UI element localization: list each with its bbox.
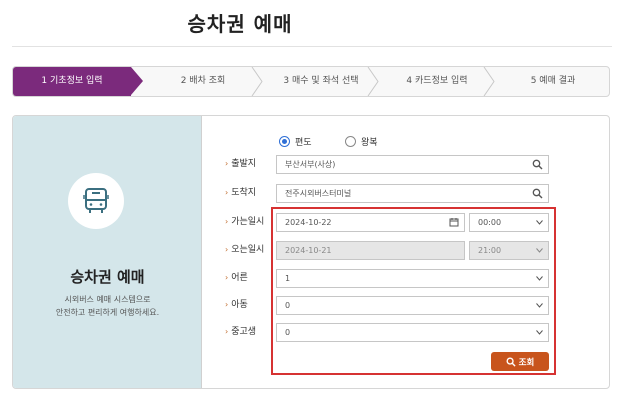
go-date-label: › 가는일시 bbox=[225, 214, 264, 230]
radio-round-trip-label: 왕복 bbox=[361, 137, 378, 148]
step-1: 1 기초정보 입력 bbox=[13, 67, 131, 96]
label-chevron-icon: › bbox=[225, 273, 229, 282]
chevron-down-icon bbox=[536, 276, 543, 281]
chevron-down-icon bbox=[536, 303, 543, 308]
go-date-value: 2024-10-22 bbox=[285, 218, 332, 227]
return-date-label-text: 오는일시 bbox=[231, 245, 265, 255]
left-panel-desc-line2: 안전하고 편리하게 여행하세요. bbox=[55, 308, 160, 317]
go-time-value: 00:00 bbox=[478, 218, 502, 227]
label-chevron-icon: › bbox=[225, 217, 229, 226]
arrival-label-text: 도착지 bbox=[231, 188, 257, 198]
step-separator-icon bbox=[483, 67, 495, 96]
child-label-text: 아동 bbox=[231, 300, 248, 310]
search-icon bbox=[506, 356, 516, 367]
step-separator-icon bbox=[251, 67, 263, 96]
arrival-value: 전주시외버스터미널 bbox=[285, 189, 352, 198]
child-select[interactable]: 0 bbox=[276, 296, 549, 315]
step-indicator: 1 기초정보 입력 2 배차 조회 3 매수 및 좌석 선택 4 카드정보 입력… bbox=[12, 66, 610, 97]
child-label: › 아동 bbox=[225, 297, 248, 313]
search-button-label: 조회 bbox=[518, 357, 535, 368]
go-date-label-text: 가는일시 bbox=[231, 217, 265, 227]
left-info-panel: 승차권 예매 시외버스 예매 시스템으로 안전하고 편리하게 여행하세요. bbox=[13, 116, 202, 388]
adult-label: › 어른 bbox=[225, 270, 248, 286]
go-date-input[interactable]: 2024-10-22 bbox=[276, 213, 465, 232]
child-value: 0 bbox=[285, 301, 291, 310]
return-time-value: 21:00 bbox=[478, 246, 502, 255]
bus-icon bbox=[83, 188, 109, 213]
youth-label: › 중고생 bbox=[225, 324, 256, 340]
return-time-select: 21:00 bbox=[469, 241, 549, 260]
youth-select[interactable]: 0 bbox=[276, 323, 549, 342]
return-date-value: 2024-10-21 bbox=[285, 246, 332, 255]
radio-one-way[interactable]: 편도 bbox=[279, 134, 312, 148]
left-panel-desc-line1: 시외버스 예매 시스템으로 bbox=[64, 295, 151, 304]
chevron-down-icon bbox=[536, 248, 543, 253]
departure-value: 부산서부(사상) bbox=[285, 160, 336, 169]
departure-input[interactable]: 부산서부(사상) bbox=[276, 155, 549, 174]
label-chevron-icon: › bbox=[225, 188, 229, 197]
arrival-label: › 도착지 bbox=[225, 185, 256, 201]
label-chevron-icon: › bbox=[225, 245, 229, 254]
label-chevron-icon: › bbox=[225, 159, 229, 168]
step-separator-icon bbox=[367, 67, 379, 96]
return-date-input: 2024-10-21 bbox=[276, 241, 465, 260]
adult-label-text: 어른 bbox=[231, 273, 248, 283]
adult-select[interactable]: 1 bbox=[276, 269, 549, 288]
radio-round-trip-indicator[interactable] bbox=[345, 135, 356, 147]
bus-icon-circle bbox=[68, 173, 124, 229]
highlight-box bbox=[271, 207, 556, 375]
go-time-select[interactable]: 00:00 bbox=[469, 213, 549, 232]
departure-label-text: 출발지 bbox=[231, 159, 257, 169]
chevron-down-icon bbox=[536, 330, 543, 335]
chevron-down-icon bbox=[536, 220, 543, 225]
departure-label: › 출발지 bbox=[225, 156, 256, 172]
calendar-icon[interactable] bbox=[449, 217, 459, 227]
arrival-input[interactable]: 전주시외버스터미널 bbox=[276, 184, 549, 203]
search-icon[interactable] bbox=[532, 159, 543, 170]
youth-value: 0 bbox=[285, 328, 291, 337]
radio-one-way-indicator[interactable] bbox=[279, 135, 290, 147]
youth-label-text: 중고생 bbox=[231, 327, 257, 337]
step-4: 4 카드정보 입력 bbox=[406, 76, 468, 86]
step-2: 2 배차 조회 bbox=[180, 76, 226, 86]
page-title: 승차권 예매 bbox=[187, 12, 293, 36]
step-3: 3 매수 및 좌석 선택 bbox=[283, 76, 359, 86]
radio-round-trip[interactable]: 왕복 bbox=[345, 134, 378, 148]
step-active-arrow bbox=[131, 67, 143, 95]
radio-one-way-label: 편도 bbox=[295, 137, 312, 148]
label-chevron-icon: › bbox=[225, 300, 229, 309]
left-panel-title: 승차권 예매 bbox=[70, 268, 145, 286]
return-date-label: › 오는일시 bbox=[225, 242, 264, 258]
step-5: 5 예매 결과 bbox=[530, 76, 576, 86]
label-chevron-icon: › bbox=[225, 327, 229, 336]
adult-value: 1 bbox=[285, 274, 291, 283]
title-divider bbox=[12, 46, 612, 47]
search-icon[interactable] bbox=[532, 188, 543, 199]
search-button[interactable]: 조회 bbox=[491, 352, 549, 371]
